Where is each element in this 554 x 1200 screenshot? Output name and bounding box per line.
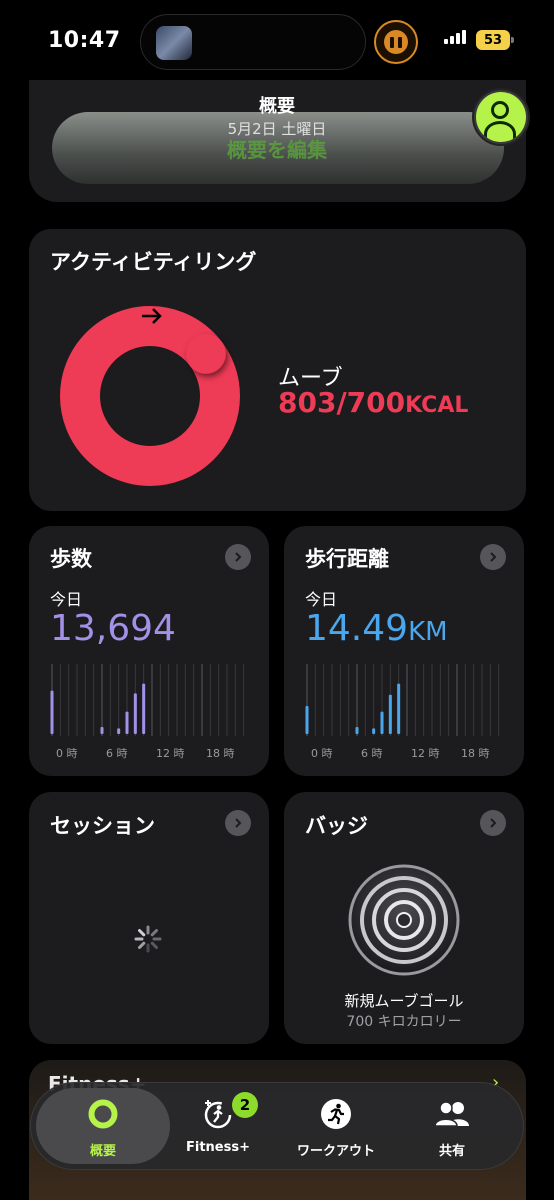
badges-chevron-icon[interactable]: [480, 810, 506, 836]
tab-sharing[interactable]: 共有: [390, 1098, 514, 1159]
distance-bar: [397, 683, 401, 734]
move-ring-end-cap: [185, 333, 226, 374]
workout-pause-indicator[interactable]: [374, 20, 418, 64]
steps-bar: [117, 728, 121, 734]
distance-axis-label: 12 時: [411, 747, 440, 760]
distance-value: 14.49KM: [305, 608, 448, 649]
distance-value-number: 14.49: [305, 608, 409, 649]
distance-bar: [305, 706, 309, 734]
sessions-card-title: セッション: [50, 814, 155, 838]
now-playing-artwork[interactable]: [156, 26, 192, 60]
tab-summary[interactable]: 概要: [41, 1098, 165, 1159]
profile-avatar-button[interactable]: [472, 88, 530, 146]
activity-ring-icon: [88, 1099, 118, 1129]
steps-today-label: 今日: [50, 590, 83, 609]
tab-workout-label: ワークアウト: [296, 1144, 375, 1159]
move-goal-badge-icon[interactable]: [348, 864, 460, 976]
distance-axis-label: 6 時: [361, 747, 383, 760]
distance-today-label: 今日: [305, 590, 338, 609]
sharing-people-icon: [434, 1101, 469, 1127]
steps-axis-label: 12 時: [156, 747, 185, 760]
cellular-signal-icon: [444, 30, 466, 44]
tab-fitness-plus[interactable]: Fitness+: [156, 1098, 280, 1155]
steps-bar: [142, 683, 146, 734]
steps-axis-label: 0 時: [56, 747, 78, 760]
person-icon: [476, 92, 526, 142]
steps-hourly-chart: 0 時 6 時 12 時 18 時: [50, 664, 245, 760]
steps-bar: [100, 727, 104, 734]
distance-bar: [372, 728, 376, 734]
tab-sharing-label: 共有: [438, 1144, 465, 1159]
distance-bar: [380, 711, 384, 734]
tab-workout[interactable]: ワークアウト: [274, 1098, 398, 1159]
fitness-plus-notification-badge: 2: [232, 1092, 258, 1118]
steps-bar: [125, 711, 129, 734]
distance-chevron-icon[interactable]: [480, 544, 506, 570]
distance-bar: [388, 694, 392, 734]
edit-summary-label[interactable]: 概要を編集: [0, 134, 554, 163]
distance-axis-label: 0 時: [311, 747, 333, 760]
badges-card-title: バッジ: [305, 814, 368, 838]
status-time: 10:47: [48, 28, 121, 53]
loading-spinner-icon: [134, 925, 162, 953]
activity-card-title: アクティビティリング: [50, 250, 257, 274]
sessions-chevron-icon[interactable]: [225, 810, 251, 836]
steps-value: 13,694: [50, 608, 176, 649]
tab-summary-label: 概要: [89, 1144, 116, 1159]
steps-bar: [133, 693, 137, 734]
steps-bar: [50, 690, 54, 734]
pause-icon: [384, 30, 408, 54]
fitness-plus-icon: [204, 1100, 232, 1129]
steps-card-title: 歩数: [50, 547, 92, 571]
move-value: 803/700KCAL: [278, 386, 468, 419]
battery-indicator: 53: [476, 30, 514, 50]
tab-fitness-plus-label: Fitness+: [186, 1140, 250, 1155]
steps-chevron-icon[interactable]: [225, 544, 251, 570]
distance-hourly-chart: 0 時 6 時 12 時 18 時: [305, 664, 500, 760]
distance-unit: KM: [408, 617, 448, 647]
move-value-number: 803/700: [278, 386, 406, 419]
badge-name: 新規ムーブゴール: [344, 992, 464, 1010]
workout-runner-icon: [321, 1099, 351, 1129]
distance-axis-label: 18 時: [461, 747, 490, 760]
move-ring[interactable]: [50, 296, 250, 496]
badge-detail: 700 キロカロリー: [346, 1014, 462, 1030]
page-title: 概要: [259, 96, 295, 117]
distance-card-title: 歩行距離: [305, 547, 389, 571]
distance-bar: [355, 727, 359, 734]
steps-axis-label: 6 時: [106, 747, 128, 760]
move-unit: KCAL: [405, 393, 469, 418]
steps-axis-label: 18 時: [206, 747, 235, 760]
